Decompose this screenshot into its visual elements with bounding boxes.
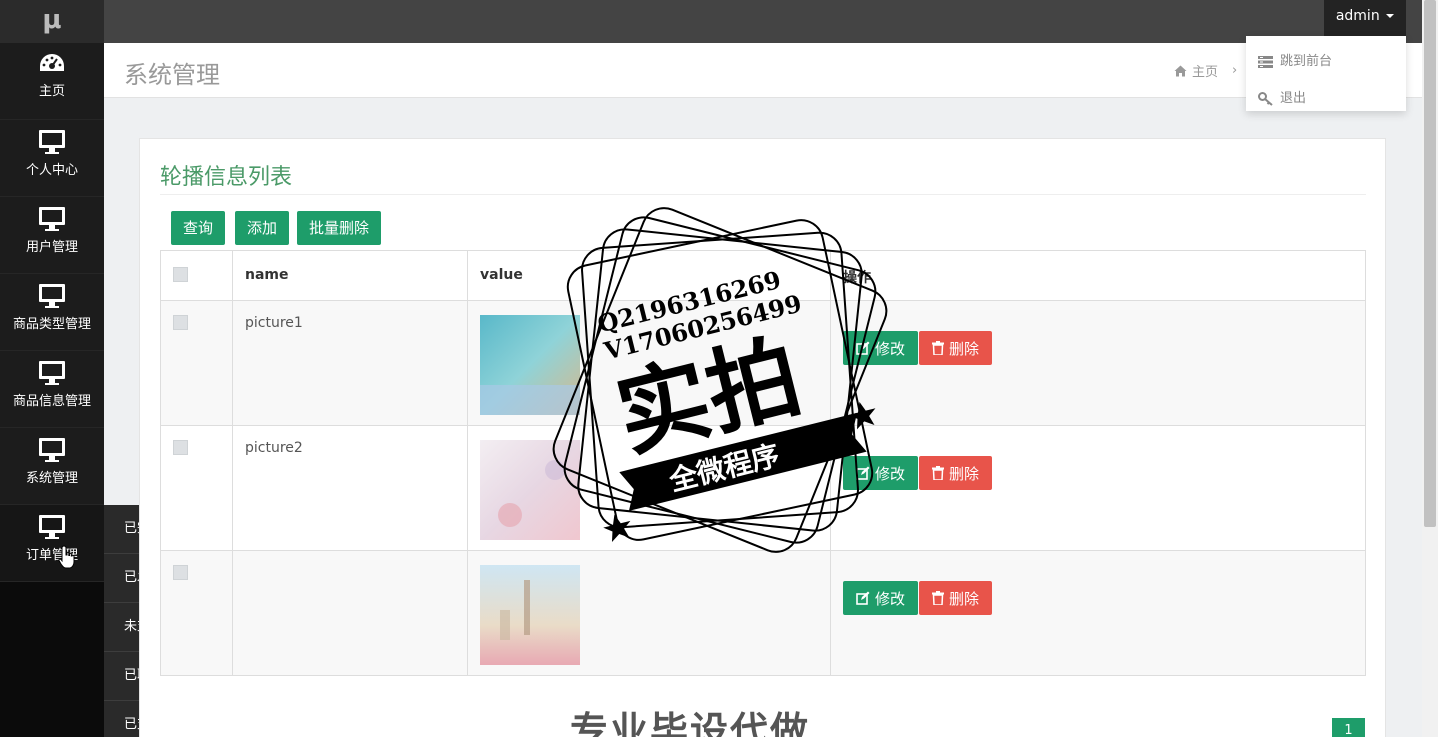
- monitor-icon: [39, 207, 65, 231]
- user-menu-button[interactable]: admin: [1324, 0, 1406, 36]
- pagination-page-1[interactable]: 1: [1332, 718, 1365, 737]
- page-title: 系统管理: [124, 61, 220, 89]
- delete-label: 删除: [949, 589, 980, 608]
- row-checkbox[interactable]: [173, 565, 188, 580]
- query-button[interactable]: 查询: [171, 211, 226, 245]
- page-header: 系统管理 主页 ›: [104, 43, 1422, 98]
- user-dropdown-menu: 跳到前台 退出: [1246, 36, 1406, 111]
- row-select-cell: [160, 425, 233, 551]
- home-icon: [1174, 65, 1187, 76]
- row-checkbox[interactable]: [173, 315, 188, 330]
- sidebar-item-label: 用户管理: [25, 240, 78, 255]
- delete-button[interactable]: 删除: [919, 456, 993, 490]
- actions-cell: 修改 删除: [830, 300, 1366, 426]
- sidebar-item-label: 系统管理: [25, 471, 78, 486]
- monitor-icon: [39, 284, 65, 308]
- actions-cell: 修改 删除: [830, 550, 1366, 676]
- monitor-icon: [39, 438, 65, 462]
- sidebar-item-label: 订单管理: [25, 548, 78, 563]
- monitor-icon: [39, 130, 65, 154]
- dropdown-item-frontend[interactable]: 跳到前台: [1246, 43, 1406, 80]
- batch-delete-button[interactable]: 批量删除: [297, 211, 382, 245]
- sidebar-item-label: 商品信息管理: [12, 394, 91, 409]
- dropdown-item-label: 跳到前台: [1280, 53, 1333, 69]
- breadcrumb-home-link[interactable]: 主页: [1192, 61, 1218, 80]
- sidebar-item-users[interactable]: 用户管理: [0, 197, 104, 274]
- watermark-stamp: Q2196316269 V17060256499 实拍 全微程序: [552, 207, 888, 553]
- trash-icon: [932, 341, 945, 355]
- dropdown-item-label: 退出: [1280, 90, 1307, 106]
- breadcrumb: 主页 ›: [1174, 61, 1237, 80]
- delete-label: 删除: [949, 464, 980, 483]
- hand-cursor-icon: [58, 545, 75, 569]
- carousel-image-thumbnail[interactable]: [480, 565, 580, 665]
- name-cell: picture1: [232, 300, 468, 426]
- column-header-actions: 操作: [830, 250, 1366, 301]
- row-select-cell: [160, 300, 233, 426]
- list-icon: [1258, 55, 1273, 68]
- edit-label: 修改: [875, 589, 906, 608]
- divider: [160, 194, 1366, 195]
- monitor-icon: [39, 361, 65, 385]
- dashboard-icon: [40, 54, 64, 71]
- sidebar-item-label: 主页: [38, 84, 65, 99]
- sidebar-item-system[interactable]: 系统管理: [0, 428, 104, 505]
- caret-down-icon: [1386, 14, 1395, 18]
- panel-title: 轮播信息列表: [160, 165, 293, 190]
- user-name: admin: [1335, 8, 1380, 24]
- trash-icon: [932, 466, 945, 480]
- sidebar-item-orders[interactable]: 订单管理: [0, 505, 104, 582]
- watermark-bottom-text: 专业毕设代做: [570, 709, 811, 737]
- edit-button[interactable]: 修改: [843, 581, 919, 615]
- breadcrumb-separator: ›: [1232, 63, 1238, 78]
- value-cell: [467, 550, 831, 676]
- delete-label: 删除: [949, 339, 980, 358]
- top-bar: admin: [104, 0, 1422, 43]
- app-logo[interactable]: μ: [0, 0, 104, 43]
- sidebar-item-label: 个人中心: [25, 163, 78, 178]
- row-checkbox[interactable]: [173, 440, 188, 455]
- table-row: 修改 删除: [160, 550, 1366, 676]
- column-header-name: name: [232, 250, 468, 301]
- row-select-cell: [160, 550, 233, 676]
- key-icon: [1258, 91, 1273, 106]
- sidebar-item-products[interactable]: 商品信息管理: [0, 351, 104, 428]
- select-all-checkbox[interactable]: [173, 267, 188, 282]
- trash-icon: [932, 591, 945, 605]
- delete-button[interactable]: 删除: [919, 581, 993, 615]
- sidebar-item-home[interactable]: 主页: [0, 43, 104, 120]
- name-cell: [232, 550, 468, 676]
- monitor-icon: [39, 515, 65, 539]
- sidebar: μ 主页 个人中心 用户管理 商品类型管理 商品信息管理 系统管理 订单管理: [0, 0, 104, 737]
- actions-cell: 修改 删除: [830, 425, 1366, 551]
- sidebar-item-label: 商品类型管理: [12, 317, 91, 332]
- sidebar-item-profile[interactable]: 个人中心: [0, 120, 104, 197]
- scrollbar-track[interactable]: [1422, 0, 1438, 737]
- delete-button[interactable]: 删除: [919, 331, 993, 365]
- scrollbar-thumb[interactable]: [1424, 0, 1436, 527]
- select-all-cell: [160, 250, 233, 301]
- add-button[interactable]: 添加: [235, 211, 290, 245]
- name-cell: picture2: [232, 425, 468, 551]
- edit-icon: [856, 591, 870, 605]
- dropdown-item-logout[interactable]: 退出: [1246, 80, 1406, 117]
- sidebar-item-product-types[interactable]: 商品类型管理: [0, 274, 104, 351]
